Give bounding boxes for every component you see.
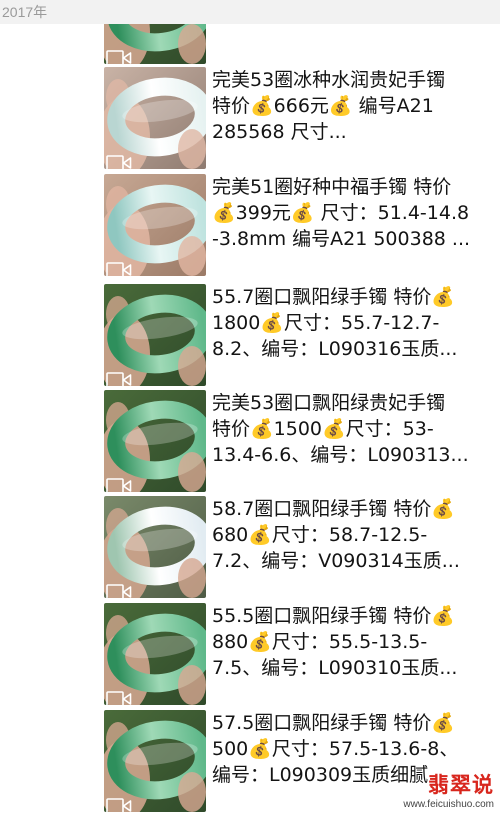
video-camera-icon xyxy=(106,690,132,708)
video-camera-icon xyxy=(106,477,132,495)
watermark: 翡翠说 www.feicuishuo.com xyxy=(403,769,494,810)
video-camera-icon xyxy=(106,49,132,67)
description-line: 58.7圈口飘阳绿手镯 特价💰 xyxy=(212,498,456,520)
video-camera-icon xyxy=(106,371,132,389)
description-line: 特价💰1500💰尺寸：53- xyxy=(212,418,434,440)
description-line: 680💰尺寸：58.7-12.5- xyxy=(212,524,428,546)
description-line: 完美53圈口飘阳绿贵妃手镯 xyxy=(212,392,446,414)
product-item[interactable]: 完美53圈口飘阳绿贵妃手镯 特价💰1500💰尺寸：53- 13.4-6.6、编号：L… xyxy=(0,390,500,497)
product-description: 完美53圈冰种水润贵妃手镯 特价💰666元💰 编号A21 285568 尺寸... xyxy=(212,67,494,145)
description-line: 500💰尺寸：57.5-13.6-8、 xyxy=(212,738,459,760)
product-description: 55.5圈口飘阳绿手镯 特价💰 880💰尺寸：55.5-13.5- 7.5、编号：L… xyxy=(212,603,494,681)
product-item[interactable]: 完美51圈好种中福手镯 特价 💰399元💰 尺寸：51.4-14.8 -3.8mm … xyxy=(0,174,500,281)
year-header: 2017年 xyxy=(0,0,500,24)
product-item[interactable]: 58.7圈口飘阳绿手镯 特价💰 680💰尺寸：58.7-12.5- 7.2、编号：V… xyxy=(0,496,500,603)
description-line: 57.5圈口飘阳绿手镯 特价💰 xyxy=(212,712,456,734)
description-line: 💰399元💰 尺寸：51.4-14.8 xyxy=(212,202,470,224)
product-description: 完美51圈好种中福手镯 特价 💰399元💰 尺寸：51.4-14.8 -3.8mm … xyxy=(212,174,494,252)
product-description: 55.7圈口飘阳绿手镯 特价💰 1800💰尺寸：55.7-12.7- 8.2、编号：… xyxy=(212,284,494,362)
description-line: 285568 尺寸... xyxy=(212,121,347,143)
product-description: 58.7圈口飘阳绿手镯 特价💰 680💰尺寸：58.7-12.5- 7.2、编号：V… xyxy=(212,496,494,574)
description-line: 7.5、编号：L090310玉质... xyxy=(212,657,458,679)
description-line: 13.4-6.6、编号：L090313... xyxy=(212,444,469,466)
description-line: 880💰尺寸：55.5-13.5- xyxy=(212,631,428,653)
description-line: 7.2、编号：V090314玉质... xyxy=(212,550,460,572)
video-camera-icon xyxy=(106,797,132,815)
description-line: -3.8mm 编号A21 500388 ... xyxy=(212,228,471,250)
watermark-url: www.feicuishuo.com xyxy=(403,799,494,810)
description-line: 1800💰尺寸：55.7-12.7- xyxy=(212,312,440,334)
description-line: 55.5圈口飘阳绿手镯 特价💰 xyxy=(212,605,456,627)
product-item[interactable]: 完美53圈冰种水润贵妃手镯 特价💰666元💰 编号A21 285568 尺寸... xyxy=(0,67,500,174)
description-line: 特价💰666元💰 编号A21 xyxy=(212,95,434,117)
product-item[interactable]: 55.7圈口飘阳绿手镯 特价💰 1800💰尺寸：55.7-12.7- 8.2、编号：… xyxy=(0,284,500,391)
video-camera-icon xyxy=(106,154,132,172)
description-line: 完美51圈好种中福手镯 特价 xyxy=(212,176,452,198)
description-line: 55.7圈口飘阳绿手镯 特价💰 xyxy=(212,286,456,308)
video-camera-icon xyxy=(106,583,132,601)
watermark-logo: 翡翠说 xyxy=(428,773,494,797)
video-camera-icon xyxy=(106,261,132,279)
description-line: 完美53圈冰种水润贵妃手镯 xyxy=(212,69,446,91)
product-description: 完美53圈口飘阳绿贵妃手镯 特价💰1500💰尺寸：53- 13.4-6.6、编号：L… xyxy=(212,390,494,468)
description-line: 8.2、编号：L090316玉质... xyxy=(212,338,458,360)
product-item[interactable]: 55.5圈口飘阳绿手镯 特价💰 880💰尺寸：55.5-13.5- 7.5、编号：L… xyxy=(0,603,500,710)
